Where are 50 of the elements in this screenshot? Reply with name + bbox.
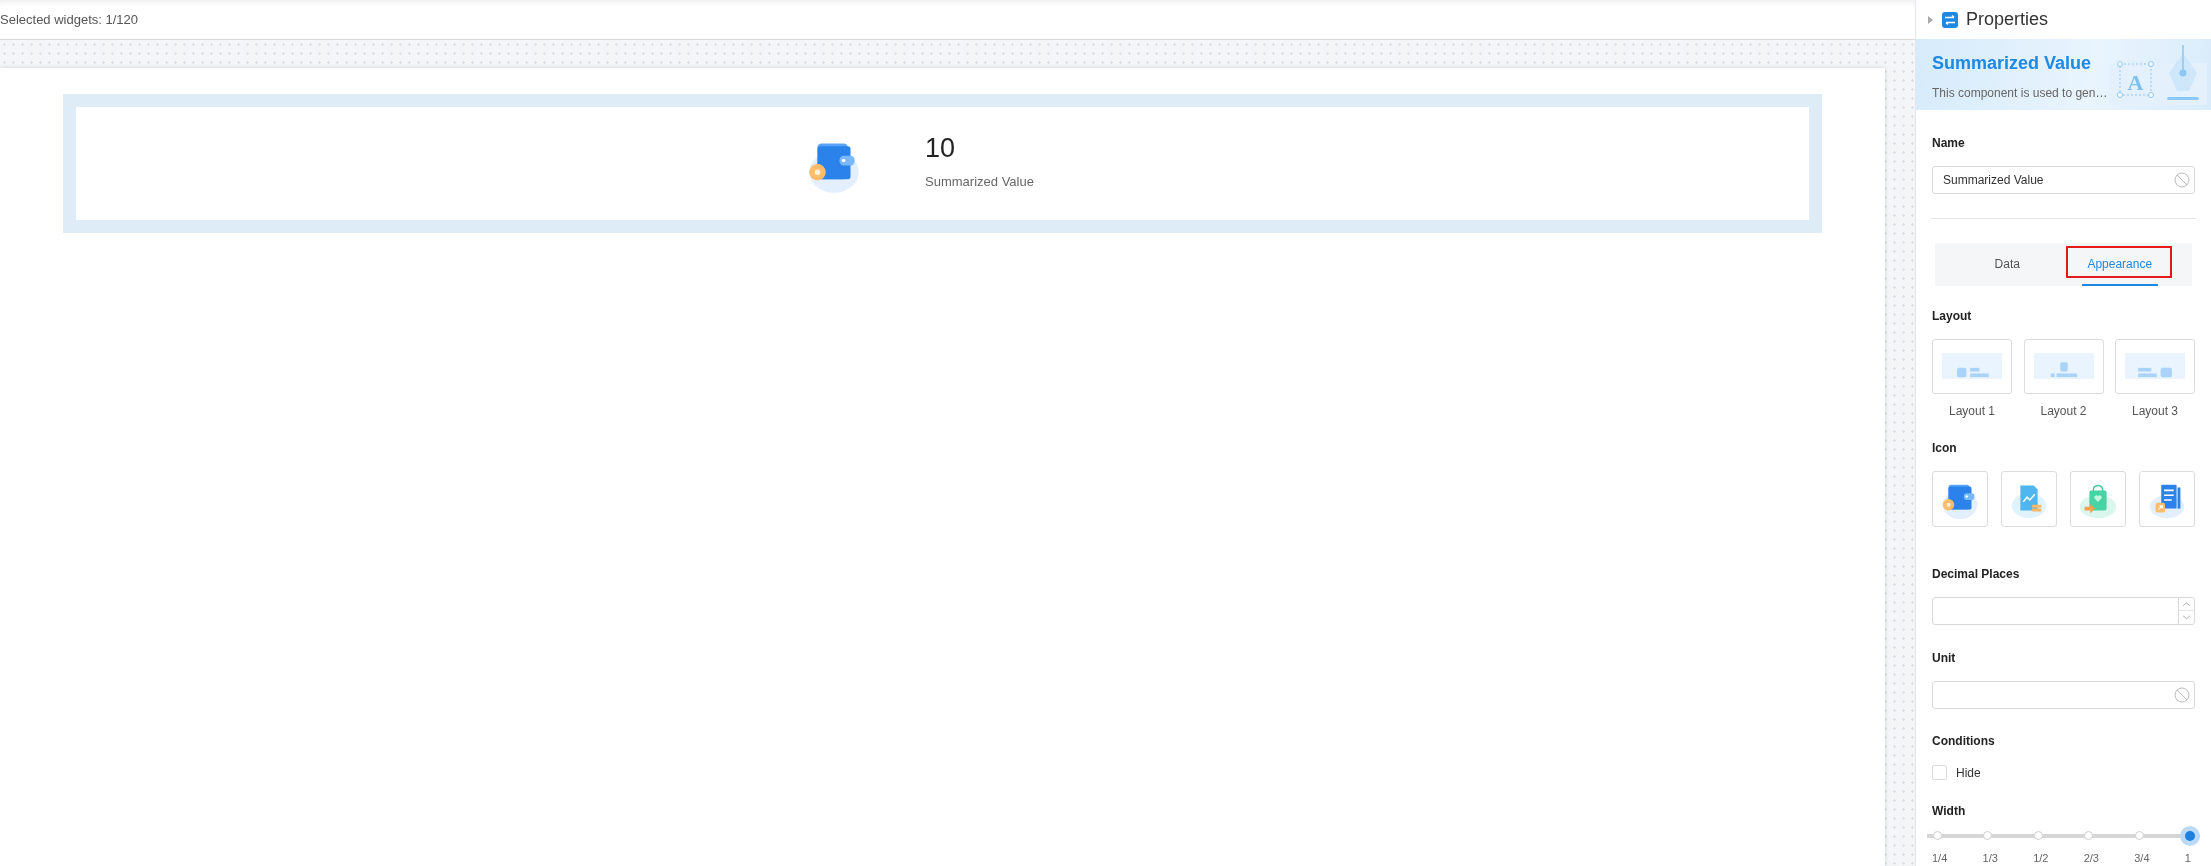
decimal-places-field[interactable] — [1932, 596, 2195, 625]
clear-icon[interactable] — [2174, 172, 2190, 189]
widget-selection-frame[interactable]: 10 Summarized Value — [63, 94, 1822, 233]
slider-stop[interactable] — [1983, 831, 1993, 840]
layout-option-label: Layout 1 — [1948, 402, 1995, 420]
tab[interactable]: Appearance — [2063, 243, 2176, 286]
slider-stop-label: 1/2 — [2033, 850, 2049, 866]
section-label: Width — [1932, 802, 1967, 820]
section-label: Unit — [1932, 649, 1957, 667]
unit-field[interactable] — [1932, 680, 2195, 709]
component-description: This component is used to gen… — [1932, 84, 2108, 102]
section-label: Icon — [1932, 439, 1958, 457]
section-label: Layout — [1932, 307, 1973, 325]
expand-caret-icon[interactable] — [1928, 15, 1934, 24]
icon-option[interactable] — [2001, 470, 2057, 527]
layout-preview-icon — [2033, 353, 2094, 379]
summary-label: Summarized Value — [925, 173, 1034, 192]
icon-option[interactable] — [2139, 470, 2195, 527]
slider-stop-label: 1/4 — [1932, 850, 1948, 866]
hide-label[interactable]: Hide — [1956, 763, 1981, 782]
slider-stop-label: 2/3 — [2083, 850, 2099, 866]
panel-title: Properties — [1966, 8, 2049, 32]
layout-option[interactable] — [1932, 338, 2012, 394]
layout-option[interactable] — [2023, 338, 2104, 394]
section-label: Decimal Places — [1932, 565, 2021, 583]
field-label: Name — [1932, 135, 1966, 153]
slider-stop[interactable] — [2134, 831, 2144, 840]
layout-option[interactable] — [2115, 338, 2195, 394]
layout-preview-icon — [2125, 353, 2185, 379]
section-label: Conditions — [1932, 732, 1996, 750]
layout-option-label: Layout 3 — [2131, 402, 2178, 420]
slider-stop[interactable] — [2084, 831, 2094, 840]
clear-icon[interactable] — [2174, 686, 2190, 703]
properties-icon — [1942, 11, 1958, 28]
slider-stop-label: 3/4 — [2134, 850, 2150, 866]
component-title: Summarized Value — [1932, 51, 2093, 75]
layout-option-label: Layout 2 — [2040, 402, 2087, 420]
icon-option[interactable] — [2070, 470, 2126, 527]
summary-value: 10 — [925, 135, 957, 163]
width-slider-thumb[interactable] — [2180, 825, 2200, 846]
slider-stop[interactable] — [1932, 831, 1942, 840]
tab[interactable]: Data — [1951, 243, 2064, 286]
hide-checkbox[interactable] — [1932, 765, 1947, 780]
slider-stop-label: 1 — [2184, 850, 2191, 866]
selection-count: Selected widgets: 1/120 — [0, 10, 139, 29]
name-field[interactable]: Summarized Value — [1932, 166, 2195, 195]
icon-option[interactable] — [1932, 470, 1988, 527]
slider-stop[interactable] — [2033, 831, 2043, 840]
slider-stop-label: 1/3 — [1982, 850, 1998, 866]
layout-preview-icon — [1942, 353, 2002, 379]
